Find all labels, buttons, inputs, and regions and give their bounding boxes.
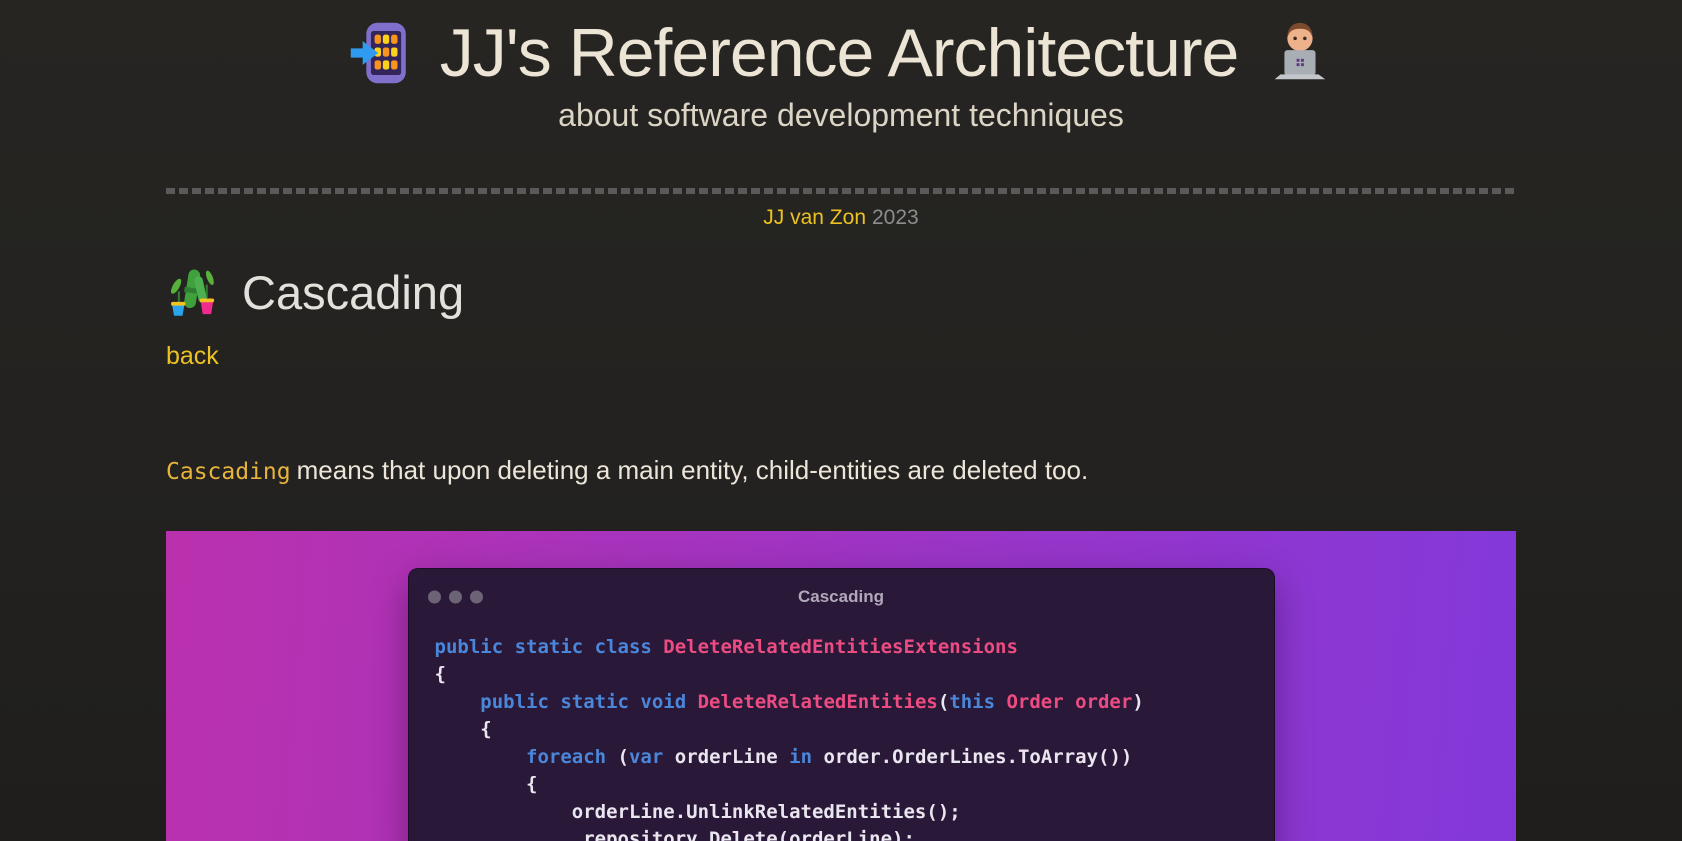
- intro-inline-code: Cascading: [166, 458, 291, 485]
- code-screenshot-image: Cascading public static class DeleteRela…: [166, 530, 1516, 841]
- code-line: public static void DeleteRelatedEntities…: [480, 690, 1144, 713]
- code-line: public static class DeleteRelatedEntitie…: [434, 635, 1018, 658]
- code-window: Cascading public static class DeleteRela…: [407, 567, 1275, 841]
- site-title: JJ's Reference Architecture: [439, 15, 1240, 91]
- phone-with-arrow-emoji: [350, 23, 406, 84]
- window-control-dot: [469, 590, 483, 604]
- site-title-row: JJ's Reference Architecture: [166, 0, 1516, 91]
- window-titlebar: Cascading: [409, 569, 1274, 625]
- pine-decoration-emoji: [170, 269, 215, 316]
- window-control-dot: [427, 590, 441, 604]
- code-line: orderLine.UnlinkRelatedEntities();: [434, 800, 961, 823]
- technologist-emoji: [1274, 23, 1326, 80]
- page-content: JJ's Reference Architecture about softwa…: [166, 0, 1516, 841]
- window-controls: [427, 590, 483, 604]
- site-header: JJ's Reference Architecture about softwa…: [166, 0, 1516, 134]
- code-line: {: [434, 773, 538, 796]
- article-heading: Cascading: [242, 266, 465, 320]
- code-line: {: [434, 663, 446, 686]
- intro-text: means that upon deleting a main entity, …: [296, 454, 1089, 485]
- window-title: Cascading: [798, 586, 884, 606]
- byline: JJ van Zon 2023: [166, 206, 1516, 230]
- code-area: public static class DeleteRelatedEntitie…: [409, 625, 1274, 841]
- code-line: repository.Delete(orderLine);: [434, 828, 915, 841]
- code-line: foreach (var orderLine in order.OrderLin…: [526, 745, 1133, 768]
- code-line: {: [434, 718, 492, 741]
- byline-year: 2023: [872, 205, 919, 229]
- site-subtitle: about software development techniques: [558, 96, 1124, 133]
- dashed-divider: [166, 187, 1516, 194]
- back-link[interactable]: back: [166, 342, 219, 371]
- window-control-dot: [448, 590, 462, 604]
- intro-paragraph: Cascading means that upon deleting a main…: [166, 455, 1516, 486]
- author-link[interactable]: JJ van Zon: [763, 206, 866, 229]
- article-heading-row: Cascading: [166, 266, 1516, 320]
